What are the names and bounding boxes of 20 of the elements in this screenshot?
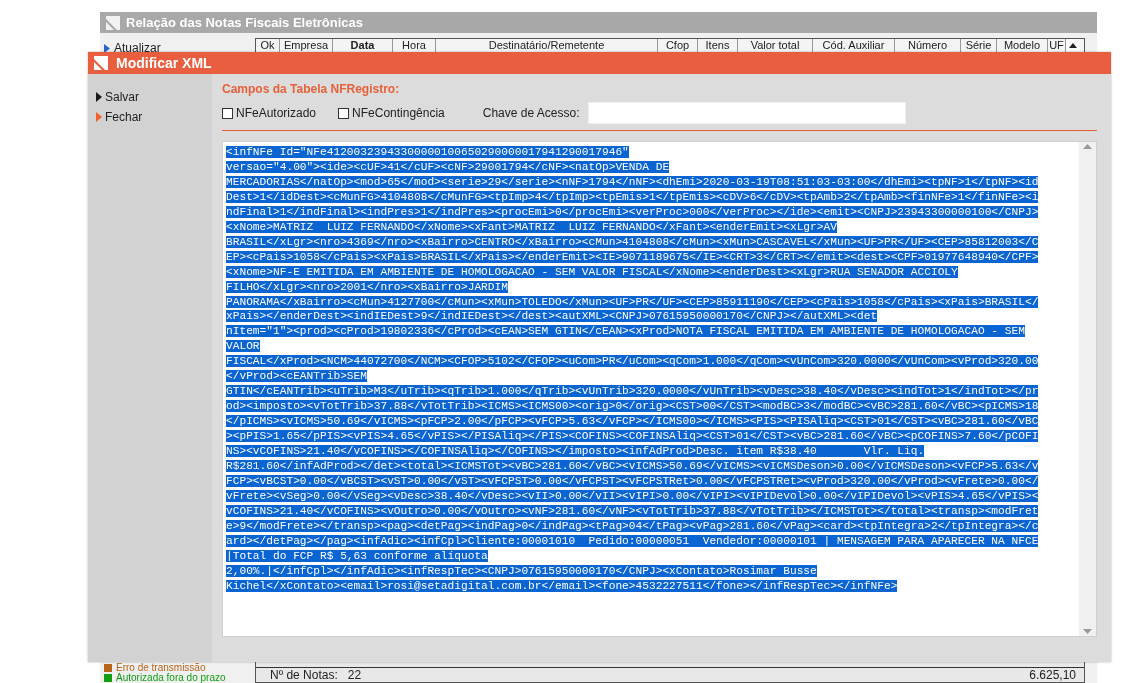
notes-count: 22 [347, 668, 362, 682]
dialog-title: Modificar XML [116, 55, 212, 71]
checkbox[interactable] [338, 107, 350, 119]
legend-label: Erro de transmissão [116, 663, 206, 673]
logo-icon [106, 15, 120, 30]
window-title: Relação das Notas Fiscais Eletrônicas [126, 15, 363, 30]
sidebar-item[interactable]: Atualizar [114, 41, 161, 55]
legend-label: Autorizada fora do prazo [116, 673, 226, 683]
action-link[interactable]: Salvar [105, 90, 139, 104]
field-label: Chave de Acesso: [482, 106, 580, 120]
notes-count-label: Nº de Notas: [270, 668, 338, 682]
triangle-icon [104, 43, 110, 53]
section-title: Campos da Tabela NFRegistro: [222, 82, 401, 96]
checkbox[interactable] [222, 107, 233, 119]
checkbox-label: NFeAutorizado [236, 106, 317, 120]
logo-icon [94, 56, 108, 70]
action-link[interactable]: Fechar [105, 110, 143, 124]
total-value: 6.625,10 [1029, 668, 1076, 682]
checkbox-label: NFeContingência [352, 106, 445, 120]
access-key-field[interactable] [587, 102, 906, 124]
